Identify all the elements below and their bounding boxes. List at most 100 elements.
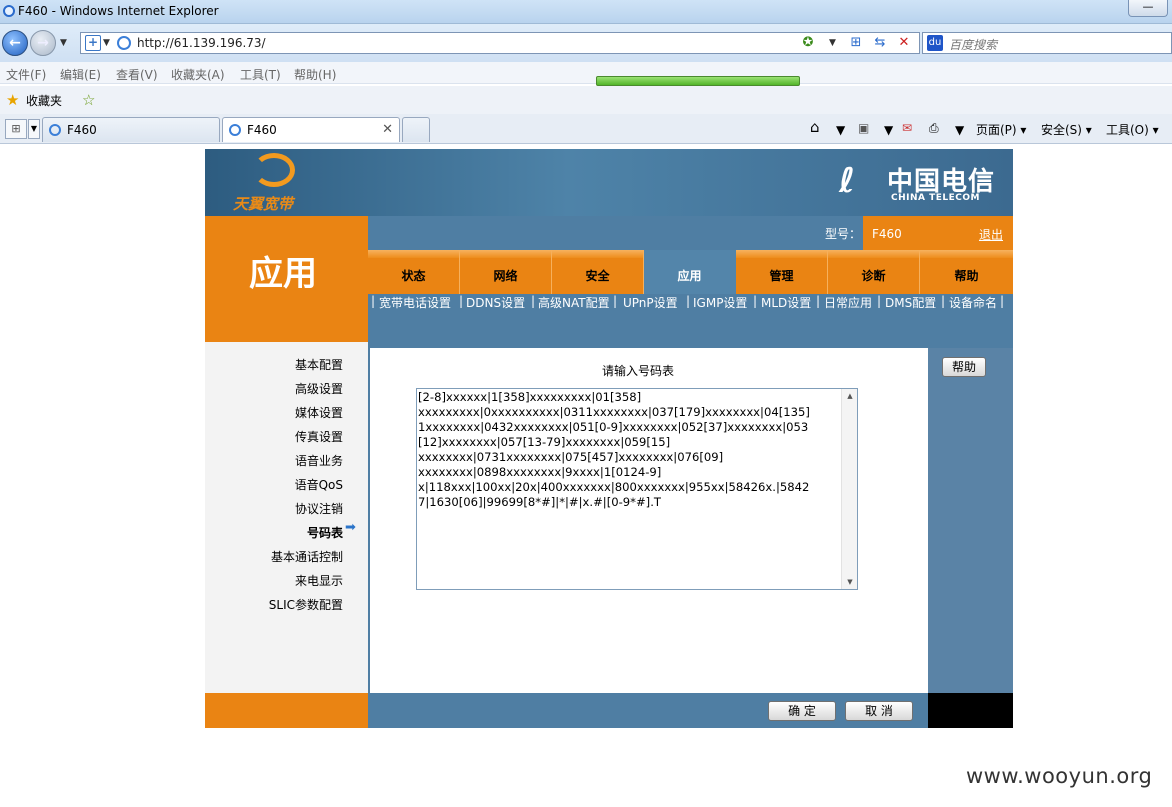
print-dropdown-icon[interactable]: ▼ xyxy=(955,123,964,137)
subnav-device-name[interactable]: 设备命名 xyxy=(949,294,997,311)
tools-menu-button[interactable]: 工具(O) ▾ xyxy=(1106,121,1159,138)
menu-protocol-logout[interactable]: 协议注销 xyxy=(295,500,343,517)
menu-voice-qos[interactable]: 语音QoS xyxy=(295,476,343,493)
arrow-right-icon: ➡ xyxy=(345,520,356,535)
brand-banner: 天翼宽带 ℓ 中国电信 CHINA TELECOM xyxy=(205,149,1013,216)
tab-bar: ⊞ ▼ F460 F460 ✕ ⌂ ▼ ▣ ▼ ✉ ⎙ ▼ 页面(P) ▾ 安全… xyxy=(0,114,1172,144)
add-favorite-icon[interactable]: ☆ xyxy=(82,91,95,109)
logout-link[interactable]: 退出 xyxy=(979,226,1003,243)
tab-help[interactable]: 帮助 xyxy=(920,250,1013,294)
url-text[interactable]: http://61.139.196.73/ xyxy=(137,36,266,50)
menu-call-control[interactable]: 基本通话控制 xyxy=(271,548,343,565)
model-panel: 型号： F460 退出 xyxy=(825,216,1013,250)
safety-menu-button[interactable]: 安全(S) ▾ xyxy=(1041,121,1092,138)
dial-table-textarea[interactable]: [2-8]xxxxxx|1[358]xxxxxxxxx|01[358] xxxx… xyxy=(417,389,841,589)
menu-tools[interactable]: 工具(T) xyxy=(240,66,281,83)
search-input[interactable]: du 百度搜索 xyxy=(922,32,1172,54)
scroll-up-icon[interactable]: ▲ xyxy=(842,389,858,403)
stop-icon[interactable]: ✕ xyxy=(895,34,913,52)
tab-security[interactable]: 安全 xyxy=(552,250,644,294)
page-load-progress xyxy=(596,76,800,86)
tab-title: F460 xyxy=(67,123,97,137)
print-icon[interactable]: ⎙ xyxy=(929,121,939,136)
menu-file[interactable]: 文件(F) xyxy=(6,66,46,83)
window-title: F460 - Windows Internet Explorer xyxy=(18,4,219,18)
tab-network[interactable]: 网络 xyxy=(460,250,552,294)
watermark-text: www.wooyun.org xyxy=(966,764,1153,788)
browser-tab-1[interactable]: F460 xyxy=(42,117,220,142)
ok-button[interactable]: 确 定 xyxy=(768,701,836,721)
favorites-button[interactable]: 收藏夹 xyxy=(26,92,62,109)
menu-advanced[interactable]: 高级设置 xyxy=(295,380,343,397)
china-telecom-en: CHINA TELECOM xyxy=(891,193,980,203)
tab-list-dropdown-icon[interactable]: ▼ xyxy=(28,119,40,139)
tab-label: 管理 xyxy=(769,269,794,283)
ie-logo-icon xyxy=(3,5,15,17)
menu-help[interactable]: 帮助(H) xyxy=(294,66,336,83)
page-menu-label: 页面(P) xyxy=(976,123,1017,137)
mail-icon[interactable]: ✉ xyxy=(902,121,912,135)
home-icon[interactable]: ⌂ xyxy=(810,118,820,136)
address-dropdown-icon[interactable]: ▼ xyxy=(829,38,836,48)
menu-slic[interactable]: SLIC参数配置 xyxy=(269,596,343,613)
minimize-button[interactable]: — xyxy=(1128,0,1168,17)
tab-favicon xyxy=(229,124,241,136)
favorites-star-icon[interactable]: ★ xyxy=(6,91,19,109)
tab-label: 安全 xyxy=(585,269,610,283)
tab-label: 状态 xyxy=(401,269,426,283)
tab-diagnostics[interactable]: 诊断 xyxy=(828,250,920,294)
textarea-scrollbar[interactable]: ▲ ▼ xyxy=(841,389,857,589)
subnav-ddns[interactable]: DDNS设置 xyxy=(466,294,525,311)
quick-tabs-icon[interactable]: ⊞ xyxy=(5,119,27,139)
page-title-panel: 应用 xyxy=(205,216,368,342)
tab-label: 应用 xyxy=(677,269,702,283)
compat-dropdown-icon[interactable]: ▼ xyxy=(103,38,110,48)
dial-table-box: [2-8]xxxxxx|1[358]xxxxxxxxx|01[358] xxxx… xyxy=(416,388,858,590)
menu-media[interactable]: 媒体设置 xyxy=(295,404,343,421)
compatibility-icon[interactable]: ✪ xyxy=(799,34,817,52)
tab-label: 网络 xyxy=(493,269,518,283)
subnav-upnp[interactable]: UPnP设置 xyxy=(623,294,678,311)
subnav-daily[interactable]: 日常应用 xyxy=(824,294,872,311)
menu-fax[interactable]: 传真设置 xyxy=(295,428,343,445)
browser-tab-2[interactable]: F460 ✕ xyxy=(222,117,400,142)
feeds-icon[interactable]: ▣ xyxy=(858,121,869,135)
history-dropdown-icon[interactable]: ▼ xyxy=(60,38,67,48)
tab-management[interactable]: 管理 xyxy=(736,250,828,294)
menu-edit[interactable]: 编辑(E) xyxy=(60,66,101,83)
cancel-button[interactable]: 取 消 xyxy=(845,701,913,721)
menu-favorites[interactable]: 收藏夹(A) xyxy=(171,66,225,83)
help-button[interactable]: 帮助 xyxy=(942,357,986,377)
add-tab-icon[interactable]: + xyxy=(85,35,101,51)
tianyi-logo-icon xyxy=(253,153,295,187)
tab-status[interactable]: 状态 xyxy=(368,250,460,294)
back-button[interactable]: ← xyxy=(2,30,28,56)
tools-menu-label: 工具(O) xyxy=(1106,123,1149,137)
subnav-igmp[interactable]: IGMP设置 xyxy=(693,294,747,311)
subnav-mld[interactable]: MLD设置 xyxy=(761,294,811,311)
close-tab-icon[interactable]: ✕ xyxy=(382,122,393,137)
main-content: 请输入号码表 [2-8]xxxxxx|1[358]xxxxxxxxx|01[35… xyxy=(368,342,928,693)
address-bar[interactable]: + ▼ http://61.139.196.73/ ✪ ▼ ⊞ ⇆ ✕ xyxy=(80,32,920,54)
feeds-dropdown-icon[interactable]: ▼ xyxy=(884,123,893,137)
subnav-nat[interactable]: 高级NAT配置 xyxy=(538,294,610,311)
home-dropdown-icon[interactable]: ▼ xyxy=(836,123,845,137)
right-panel: 帮助 xyxy=(928,342,1013,693)
subnav-voip[interactable]: 宽带电话设置 xyxy=(379,294,451,311)
menu-caller-id[interactable]: 来电显示 xyxy=(295,572,343,589)
rss-icon[interactable]: ⊞ xyxy=(847,34,865,52)
baidu-icon: du xyxy=(927,35,943,51)
scroll-down-icon[interactable]: ▼ xyxy=(842,575,858,589)
menu-dial-table[interactable]: 号码表 xyxy=(307,524,343,541)
tab-application[interactable]: 应用 xyxy=(644,250,736,294)
forward-button[interactable]: → xyxy=(30,30,56,56)
menu-voice-service[interactable]: 语音业务 xyxy=(295,452,343,469)
safety-menu-label: 安全(S) xyxy=(1041,123,1082,137)
main-nav-tabs: 状态 网络 安全 应用 管理 诊断 帮助 xyxy=(368,250,1013,294)
page-menu-button[interactable]: 页面(P) ▾ xyxy=(976,121,1026,138)
new-tab-button[interactable] xyxy=(402,117,430,142)
subnav-dms[interactable]: DMS配置 xyxy=(885,294,936,311)
menu-view[interactable]: 查看(V) xyxy=(116,66,158,83)
refresh-icon[interactable]: ⇆ xyxy=(871,34,889,52)
menu-basic-config[interactable]: 基本配置 xyxy=(295,356,343,373)
